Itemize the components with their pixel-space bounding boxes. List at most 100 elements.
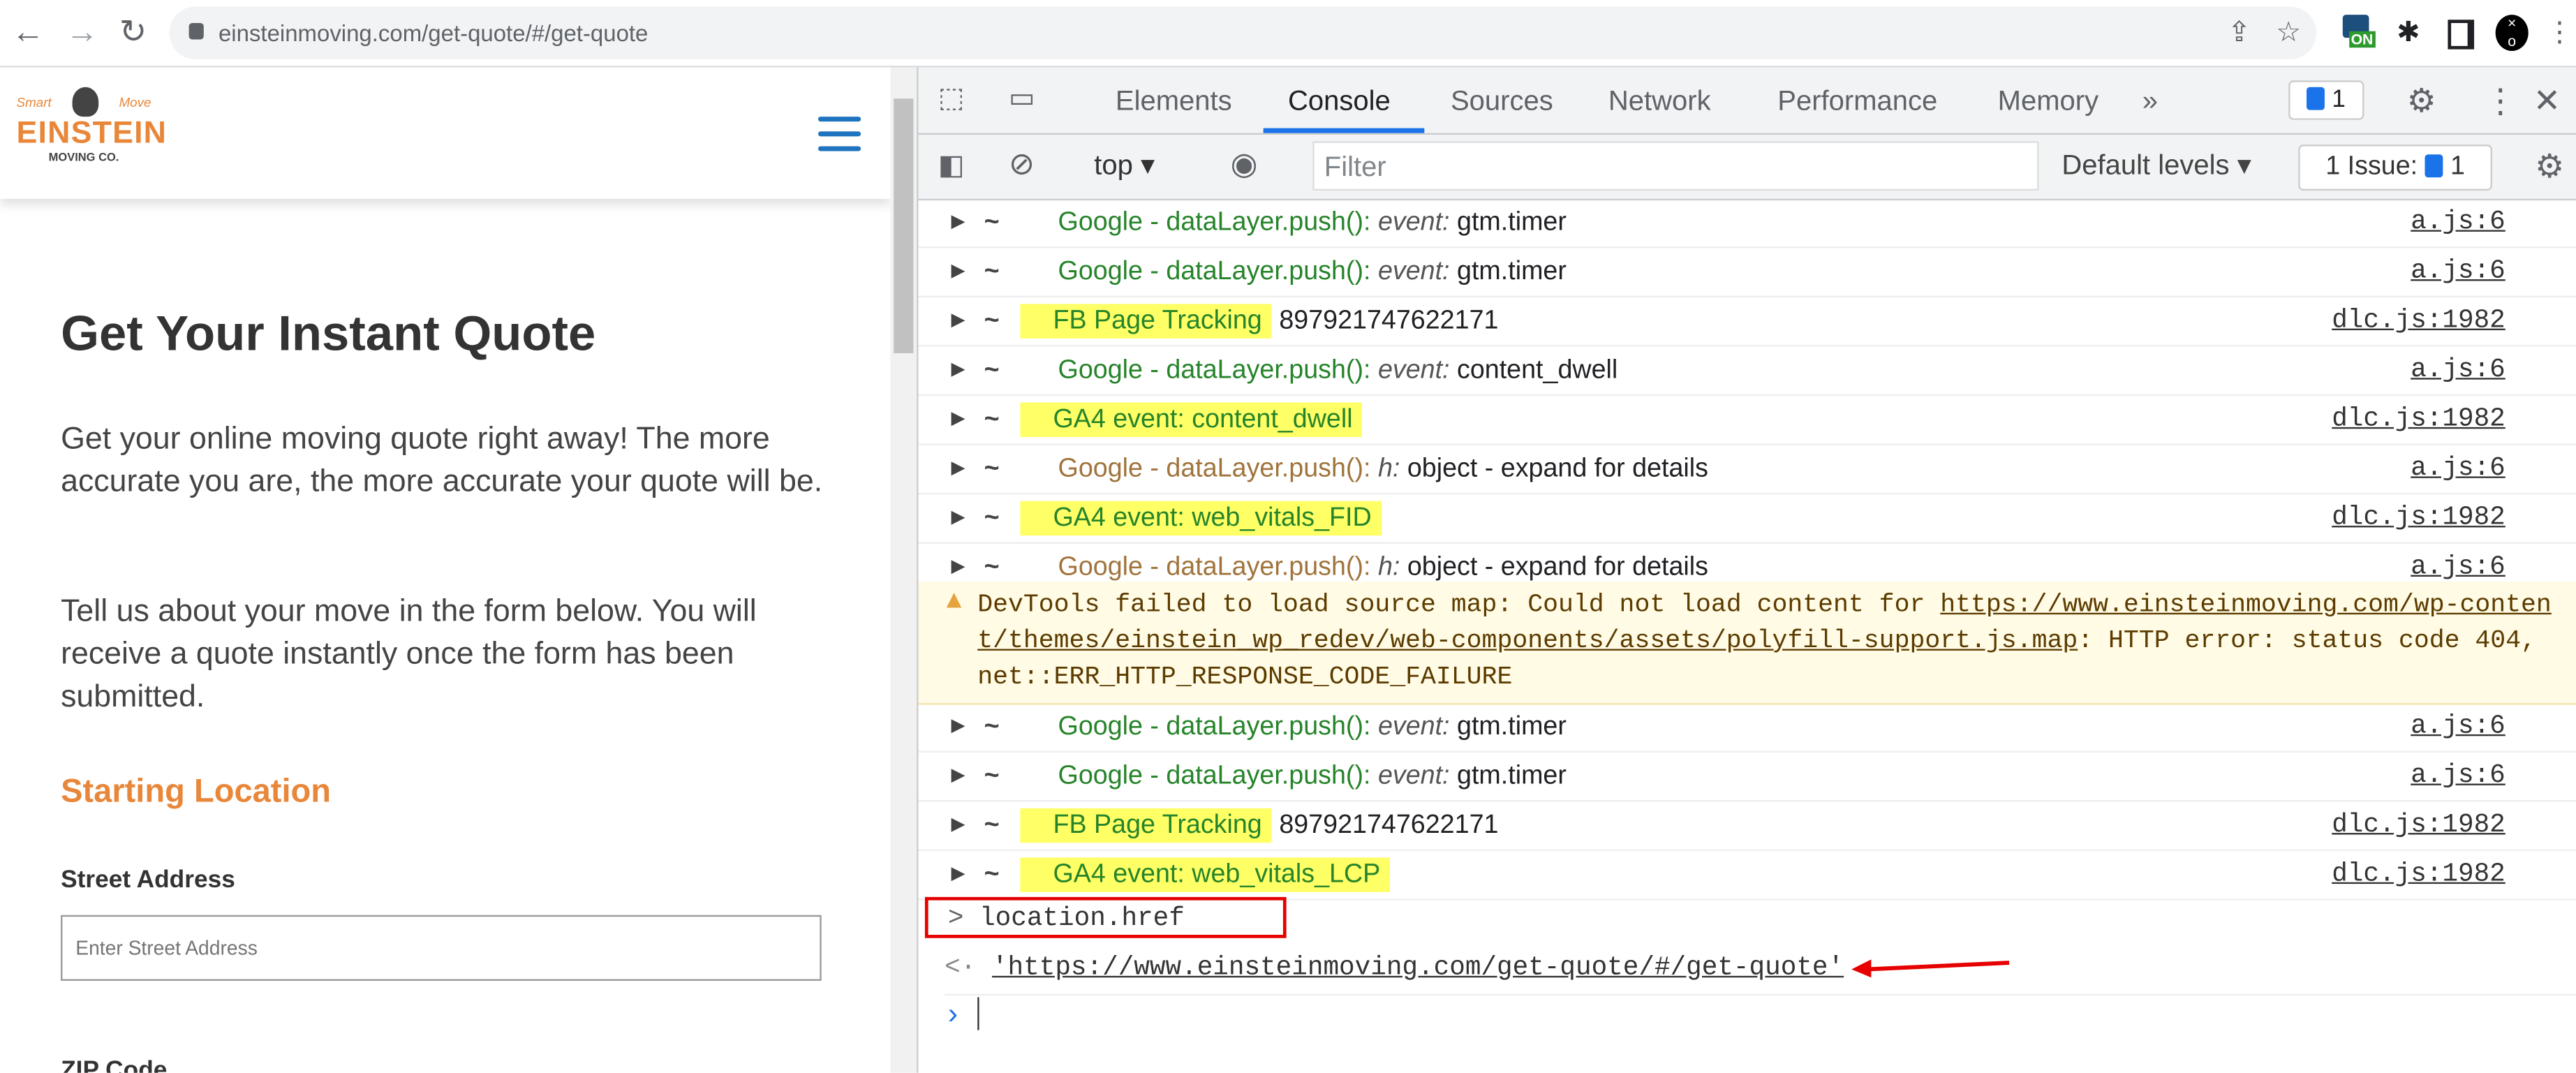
extension-icon[interactable]: ON	[2342, 15, 2376, 51]
source-link[interactable]: dlc.js:1982	[2332, 396, 2505, 443]
logo-tagline: Move	[119, 94, 151, 110]
device-toolbar-icon[interactable]: ▭	[1009, 82, 1035, 115]
devtools-tabbar: ⬚ ▭ Elements Console Sources Network Per…	[918, 67, 2576, 135]
clear-console-icon[interactable]: ⊘	[1009, 146, 1035, 184]
einstein-face-icon	[72, 87, 98, 117]
star-icon[interactable]: ☆	[2269, 13, 2308, 52]
row-value: gtm.timer	[1457, 713, 1567, 741]
more-tabs-icon[interactable]: »	[2142, 85, 2158, 118]
console-messages: ▶ ~ Google - dataLayer.push(): event: gtm.…	[918, 199, 2576, 593]
warning-text: DevTools failed to load source map: Coul…	[977, 589, 1941, 620]
source-link[interactable]: a.js:6	[2411, 347, 2505, 394]
expand-triangle-icon[interactable]: ▶	[952, 801, 965, 849]
console-row[interactable]: ▶ ~ Google - dataLayer.push(): event: cont…	[918, 347, 2576, 397]
source-link[interactable]: a.js:6	[2411, 199, 2505, 246]
console-input-prompt[interactable]: ›	[948, 997, 979, 1031]
share-icon[interactable]: ⇪	[2219, 13, 2258, 52]
source-link[interactable]: dlc.js:1982	[2332, 297, 2505, 345]
console-row[interactable]: ▶ ~ GA4 event: content_dwell dlc.js:1982	[918, 396, 2576, 445]
prompt-chevron-icon: >	[947, 903, 964, 933]
forward-icon[interactable]: →	[62, 13, 101, 52]
inspect-element-icon[interactable]: ⬚	[938, 82, 965, 115]
puzzle-icon[interactable]: ✱	[2389, 13, 2428, 52]
row-key: event:	[1377, 208, 1450, 237]
source-link[interactable]: a.js:6	[2411, 445, 2505, 493]
back-icon[interactable]: ←	[8, 13, 47, 52]
log-levels-dropdown[interactable]: Default levels ▾	[2061, 149, 2251, 182]
console-row[interactable]: ▶ ~ FB Page Tracking 897921747622171 dlc.js…	[918, 801, 2576, 852]
highlighted-label: FB Page Tracking	[1020, 304, 1272, 339]
active-tab-indicator	[1263, 128, 1425, 133]
console-toolbar: ◧ ⊘ top ▾ ◉ Filter Default levels ▾ 1 Is…	[918, 134, 2576, 201]
lock-icon	[188, 22, 204, 40]
console-settings-icon[interactable]: ⚙	[2535, 146, 2564, 187]
console-row[interactable]: ▶ ~ GA4 event: web_vitals_FID dlc.js:1982	[918, 494, 2576, 544]
source-link[interactable]: dlc.js:1982	[2332, 851, 2505, 898]
tab-sources[interactable]: Sources	[1451, 85, 1553, 118]
expand-triangle-icon[interactable]: ▶	[952, 753, 965, 800]
tab-elements[interactable]: Elements	[1116, 85, 1232, 118]
expand-triangle-icon[interactable]: ▶	[952, 703, 965, 750]
live-expression-eye-icon[interactable]: ◉	[1231, 146, 1258, 184]
source-link[interactable]: dlc.js:1982	[2332, 494, 2505, 542]
sidebar-toggle-icon[interactable]: ◧	[938, 149, 965, 182]
tab-memory[interactable]: Memory	[1998, 85, 2099, 118]
console-row[interactable]: ▶ ~ Google - dataLayer.push(): event: gtm.…	[918, 753, 2576, 802]
row-value: 897921747622171	[1279, 811, 1499, 840]
source-link[interactable]: a.js:6	[2411, 753, 2505, 800]
expand-triangle-icon[interactable]: ▶	[952, 248, 965, 295]
messages-badge[interactable]: 1	[2288, 80, 2364, 120]
street-address-input[interactable]	[61, 915, 822, 981]
source-link[interactable]: a.js:6	[2411, 703, 2505, 750]
hamburger-menu-icon[interactable]	[817, 117, 861, 161]
zip-code-label: ZIP Code	[61, 1056, 168, 1073]
tilde-icon: ~	[984, 454, 1000, 483]
expand-triangle-icon[interactable]: ▶	[952, 851, 965, 898]
row-head: Google - dataLayer.push():	[1058, 713, 1371, 741]
console-row[interactable]: ▶ ~ GA4 event: web_vitals_LCP dlc.js:1982	[918, 851, 2576, 901]
tab-performance[interactable]: Performance	[1777, 85, 1937, 118]
scrollbar-thumb[interactable]	[894, 98, 914, 353]
expand-triangle-icon[interactable]: ▶	[952, 396, 965, 443]
expand-triangle-icon[interactable]: ▶	[952, 445, 965, 493]
console-row[interactable]: ▶ ~ Google - dataLayer.push(): event: gtm.…	[918, 703, 2576, 753]
menu-icon[interactable]: ⋮	[2540, 13, 2576, 52]
command-text: location.href	[979, 903, 1185, 933]
page-title: Get Your Instant Quote	[61, 307, 596, 362]
einstein-logo[interactable]: Smart Move EINSTEIN MOVING CO.	[17, 87, 166, 165]
tilde-icon: ~	[984, 406, 1000, 434]
tab-console[interactable]: Console	[1288, 85, 1391, 118]
result-url[interactable]: 'https://www.einsteinmoving.com/get-quot…	[992, 953, 1844, 982]
sidebar-icon[interactable]	[2448, 20, 2475, 50]
expand-triangle-icon[interactable]: ▶	[952, 199, 965, 246]
expand-triangle-icon[interactable]: ▶	[952, 494, 965, 542]
warning-icon: ▲	[941, 586, 967, 615]
expand-triangle-icon[interactable]: ▶	[952, 347, 965, 394]
console-row[interactable]: ▶ ~ Google - dataLayer.push(): event: gtm.…	[918, 248, 2576, 297]
reload-icon[interactable]: ↻	[113, 13, 152, 52]
close-devtools-icon[interactable]: ✕	[2533, 80, 2561, 121]
profile-avatar[interactable]: × o	[2495, 15, 2529, 51]
highlighted-label: FB Page Tracking	[1020, 808, 1272, 843]
expand-triangle-icon[interactable]: ▶	[952, 297, 965, 345]
logo-sub: MOVING CO.	[48, 152, 119, 165]
more-options-icon[interactable]: ⋮	[2484, 80, 2517, 121]
instructions-paragraph: Tell us about your move in the form belo…	[61, 594, 757, 715]
console-row[interactable]: ▶ ~ Google - dataLayer.push(): h: object -…	[918, 445, 2576, 495]
console-row[interactable]: ▶ ~ Google - dataLayer.push(): event: gtm.…	[918, 199, 2576, 249]
tilde-icon: ~	[984, 861, 1000, 889]
tilde-icon: ~	[984, 208, 1000, 237]
row-value: content_dwell	[1457, 356, 1618, 385]
issues-button[interactable]: 1 Issue: 1	[2298, 145, 2492, 191]
tab-network[interactable]: Network	[1608, 85, 1711, 118]
intro-paragraph: Get your online moving quote right away!…	[61, 422, 823, 500]
source-link[interactable]: a.js:6	[2411, 248, 2505, 295]
address-bar[interactable]: einsteinmoving.com/get-quote/#/get-quote…	[169, 6, 2317, 59]
source-link[interactable]: dlc.js:1982	[2332, 801, 2505, 849]
context-select[interactable]: top ▾	[1094, 149, 1155, 182]
row-value: object - expand for details	[1407, 554, 1708, 582]
console-row[interactable]: ▶ ~ FB Page Tracking 897921747622171 dlc.js…	[918, 297, 2576, 347]
filter-input[interactable]: Filter	[1312, 141, 2039, 191]
settings-icon[interactable]: ⚙	[2407, 80, 2436, 121]
issue-icon	[2425, 154, 2443, 178]
